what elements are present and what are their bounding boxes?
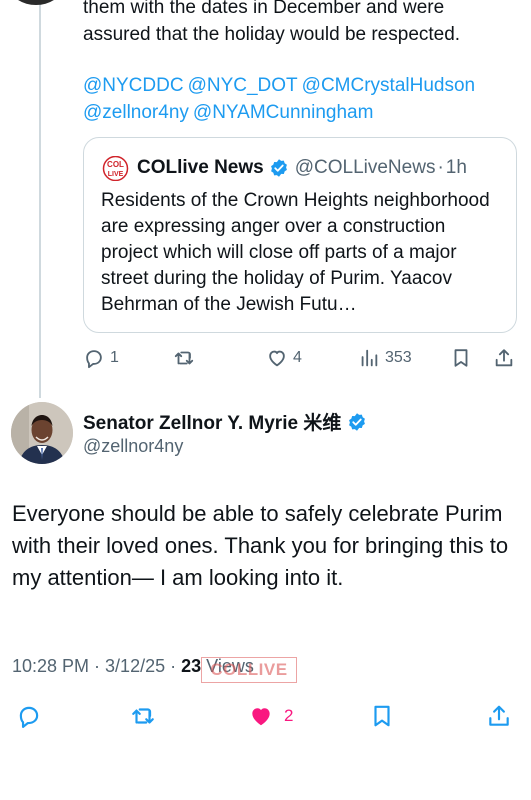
retweet-button[interactable] [130, 700, 156, 732]
collive-logo-icon: COL LIVE [102, 155, 129, 181]
mention-link[interactable]: @zellnor4ny [83, 102, 189, 123]
mention-link[interactable]: @NYAMCunningham [193, 102, 374, 123]
reply-icon [19, 706, 39, 728]
share-button[interactable] [486, 700, 512, 732]
author-display-name[interactable]: Senator Zellnor Y. Myrie 米维 [83, 408, 341, 435]
share-icon [489, 705, 509, 726]
views-count[interactable]: 23 [181, 656, 201, 676]
tweet-text-line: assured that the holiday would be respec… [83, 24, 461, 45]
tweet-action-bar: 2 [12, 700, 522, 732]
tweet-action-bar: 1 4 353 [83, 344, 523, 372]
bookmark-button[interactable] [450, 344, 472, 372]
views-icon [361, 349, 378, 367]
tweet-text-line: them with the dates in December and were [83, 0, 445, 18]
like-icon [269, 350, 285, 367]
bookmark-icon [454, 349, 468, 367]
mention-link[interactable]: @NYC_DOT [188, 75, 298, 96]
reply-icon [86, 350, 102, 369]
quoted-author-handle[interactable]: @COLLiveNews [295, 157, 436, 179]
tweet-text: them with the dates in December and were… [83, 0, 513, 48]
retweet-button[interactable] [173, 344, 195, 372]
like-count: 2 [284, 706, 294, 725]
views-label[interactable]: Views [201, 656, 254, 676]
mention-link[interactable]: @NYCDDC [83, 75, 184, 96]
svg-text:COL: COL [107, 160, 124, 169]
tweet-time[interactable]: 10:28 PM [12, 656, 89, 676]
like-button[interactable]: 4 [266, 344, 302, 372]
quoted-tweet[interactable]: COL LIVE COLlive News @COLLiveNews · 1h … [83, 137, 517, 333]
views-button[interactable]: 353 [358, 344, 412, 372]
verified-badge-icon [349, 412, 366, 431]
liked-heart-icon [252, 708, 270, 726]
tweet-meta: 10:28 PM · 3/12/25 · 23 Views [12, 656, 254, 677]
quoted-tweet-header: COL LIVE COLlive News @COLLiveNews · 1h [102, 154, 467, 182]
retweet-icon [174, 351, 194, 365]
thread-line [39, 0, 41, 398]
verified-badge-icon [270, 159, 287, 177]
quoted-timestamp[interactable]: 1h [446, 157, 467, 179]
mention-link[interactable]: @CMCrystalHudson [302, 75, 475, 96]
reply-button[interactable] [16, 700, 42, 732]
like-button[interactable]: 2 [248, 700, 293, 732]
avatar[interactable] [11, 0, 61, 5]
avatar[interactable] [11, 402, 73, 464]
quoted-author-name[interactable]: COLlive News [137, 157, 264, 179]
bookmark-icon [374, 705, 390, 727]
mentions: @NYCDDC @NYC_DOT @CMCrystalHudson @zellnor… [83, 72, 523, 126]
author-handle[interactable]: @zellnor4ny [83, 436, 183, 457]
separator-dot: · [165, 656, 182, 676]
like-count: 4 [293, 349, 302, 366]
quoted-tweet-text: Residents of the Crown Heights neighborh… [101, 190, 490, 315]
reply-button[interactable]: 1 [83, 344, 119, 372]
author-name[interactable]: Senator Zellnor Y. Myrie 米维 [83, 408, 373, 435]
tweet-text: Everyone should be able to safely celebr… [12, 501, 509, 590]
separator-dot: · [89, 656, 106, 676]
separator-dot: · [437, 157, 444, 178]
bookmark-button[interactable] [369, 700, 395, 732]
svg-text:LIVE: LIVE [108, 171, 124, 178]
tweet-date[interactable]: 3/12/25 [105, 656, 165, 676]
reply-count: 1 [110, 349, 119, 366]
views-count: 353 [385, 349, 412, 366]
share-button[interactable] [493, 344, 515, 372]
share-icon [495, 349, 513, 367]
retweet-icon [132, 708, 154, 724]
